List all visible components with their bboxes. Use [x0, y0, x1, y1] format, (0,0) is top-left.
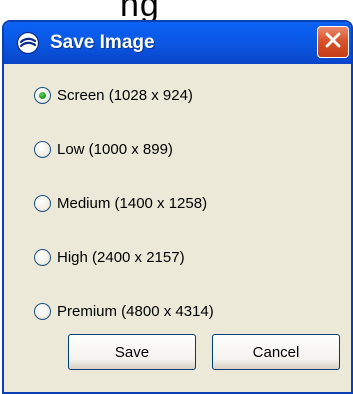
option-medium[interactable]: Medium (1400 x 1258) [34, 188, 207, 218]
option-screen-label: Screen (1028 x 924) [57, 86, 193, 104]
radio-medium[interactable] [34, 194, 51, 212]
option-screen[interactable]: Screen (1028 x 924) [34, 80, 193, 110]
option-premium-label: Premium (4800 x 4314) [57, 302, 214, 320]
radio-premium[interactable] [34, 302, 51, 320]
close-icon [324, 31, 342, 54]
option-medium-label: Medium (1400 x 1258) [57, 194, 208, 212]
close-button[interactable] [317, 26, 349, 58]
option-low-label: Low (1000 x 899) [57, 140, 173, 158]
option-premium[interactable]: Premium (4800 x 4314) [34, 296, 214, 326]
dialog-title: Save Image [50, 32, 155, 53]
radio-screen[interactable] [34, 86, 51, 104]
radio-selected-dot [39, 91, 46, 99]
save-image-icon [14, 29, 42, 57]
save-image-dialog: Save Image Screen (1028 x 924) Low (1000… [2, 20, 353, 394]
radio-low[interactable] [34, 140, 51, 158]
title-bar[interactable]: Save Image [4, 22, 351, 64]
save-button[interactable]: Save [68, 334, 196, 370]
option-high-label: High (2400 x 2157) [57, 248, 185, 266]
option-low[interactable]: Low (1000 x 899) [34, 134, 173, 164]
option-high[interactable]: High (2400 x 2157) [34, 242, 185, 272]
radio-high[interactable] [34, 248, 51, 266]
cancel-button[interactable]: Cancel [212, 334, 340, 370]
